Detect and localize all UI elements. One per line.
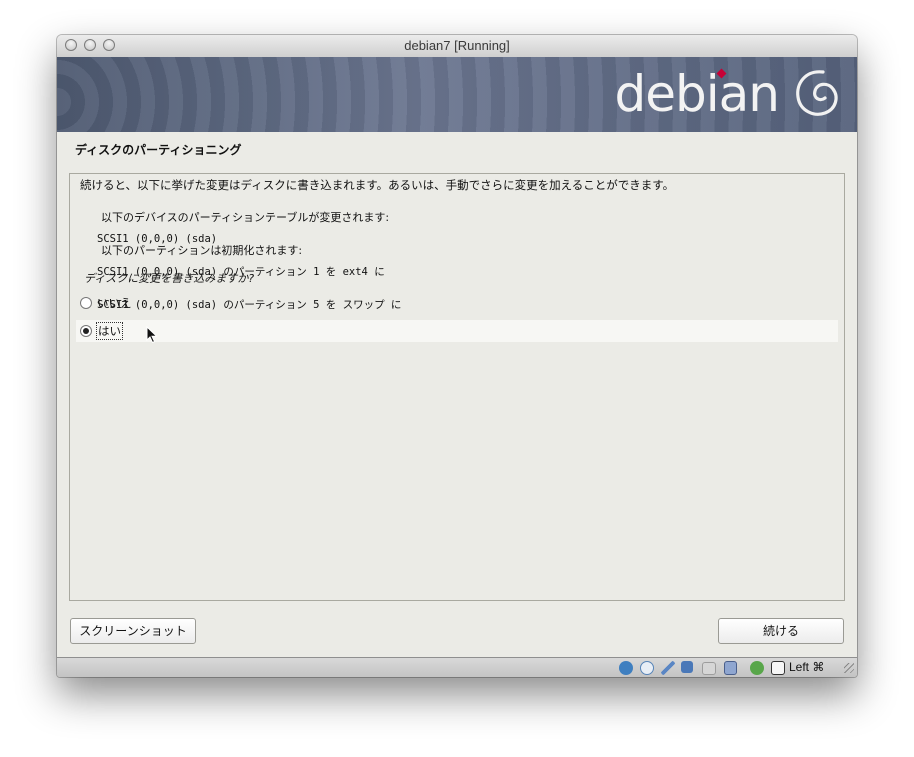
format-heading: 以下のパーティションは初期化されます:	[100, 244, 303, 257]
radio-yes[interactable]	[80, 325, 92, 337]
usb-icon[interactable]	[750, 661, 764, 675]
pencil-icon[interactable]	[661, 661, 675, 675]
mouse-integration-icon[interactable]	[771, 661, 785, 675]
hard-disk-icon[interactable]	[619, 661, 633, 675]
option-yes-label[interactable]: はい	[96, 322, 123, 340]
status-bar: Left ⌘	[57, 657, 857, 677]
screenshot-button[interactable]: スクリーンショット	[70, 618, 196, 644]
display-icon[interactable]	[724, 661, 737, 675]
description-text: 続けると、以下に挙げた変更はディスクに書き込まれます。あるいは、手動でさらに変更…	[80, 178, 675, 192]
radio-no[interactable]	[80, 297, 92, 309]
confirmation-panel: 続けると、以下に挙げた変更はディスクに書き込まれます。あるいは、手動でさらに変更…	[69, 173, 845, 601]
continue-button[interactable]: 続ける	[718, 618, 844, 644]
partition-table-heading: 以下のデバイスのパーティションテーブルが変更されます:	[100, 211, 390, 224]
mouse-pointer-icon	[146, 326, 158, 344]
option-yes[interactable]: はい	[76, 320, 838, 342]
resize-grip[interactable]	[844, 663, 854, 673]
title-bar[interactable]: debian7 [Running]	[57, 35, 857, 58]
debian-swirl-icon	[796, 70, 838, 116]
option-no-label[interactable]: いいえ	[97, 295, 132, 311]
network-icon[interactable]	[681, 661, 693, 673]
option-no[interactable]: いいえ	[76, 292, 838, 314]
step-title: ディスクのパーティショニング	[75, 143, 242, 157]
host-key-label: Left ⌘	[789, 660, 825, 674]
window-title: debian7 [Running]	[404, 38, 510, 53]
write-changes-question: ディスクに変更を書き込みますか?	[84, 272, 255, 285]
optical-drive-icon[interactable]	[640, 661, 654, 675]
virtualbox-window: debian7 [Running] debian ディスクのパーティショニング …	[57, 35, 857, 677]
debian-logo-text: debian	[614, 65, 780, 123]
folder-icon[interactable]	[702, 662, 716, 675]
debian-banner: debian	[57, 57, 857, 132]
